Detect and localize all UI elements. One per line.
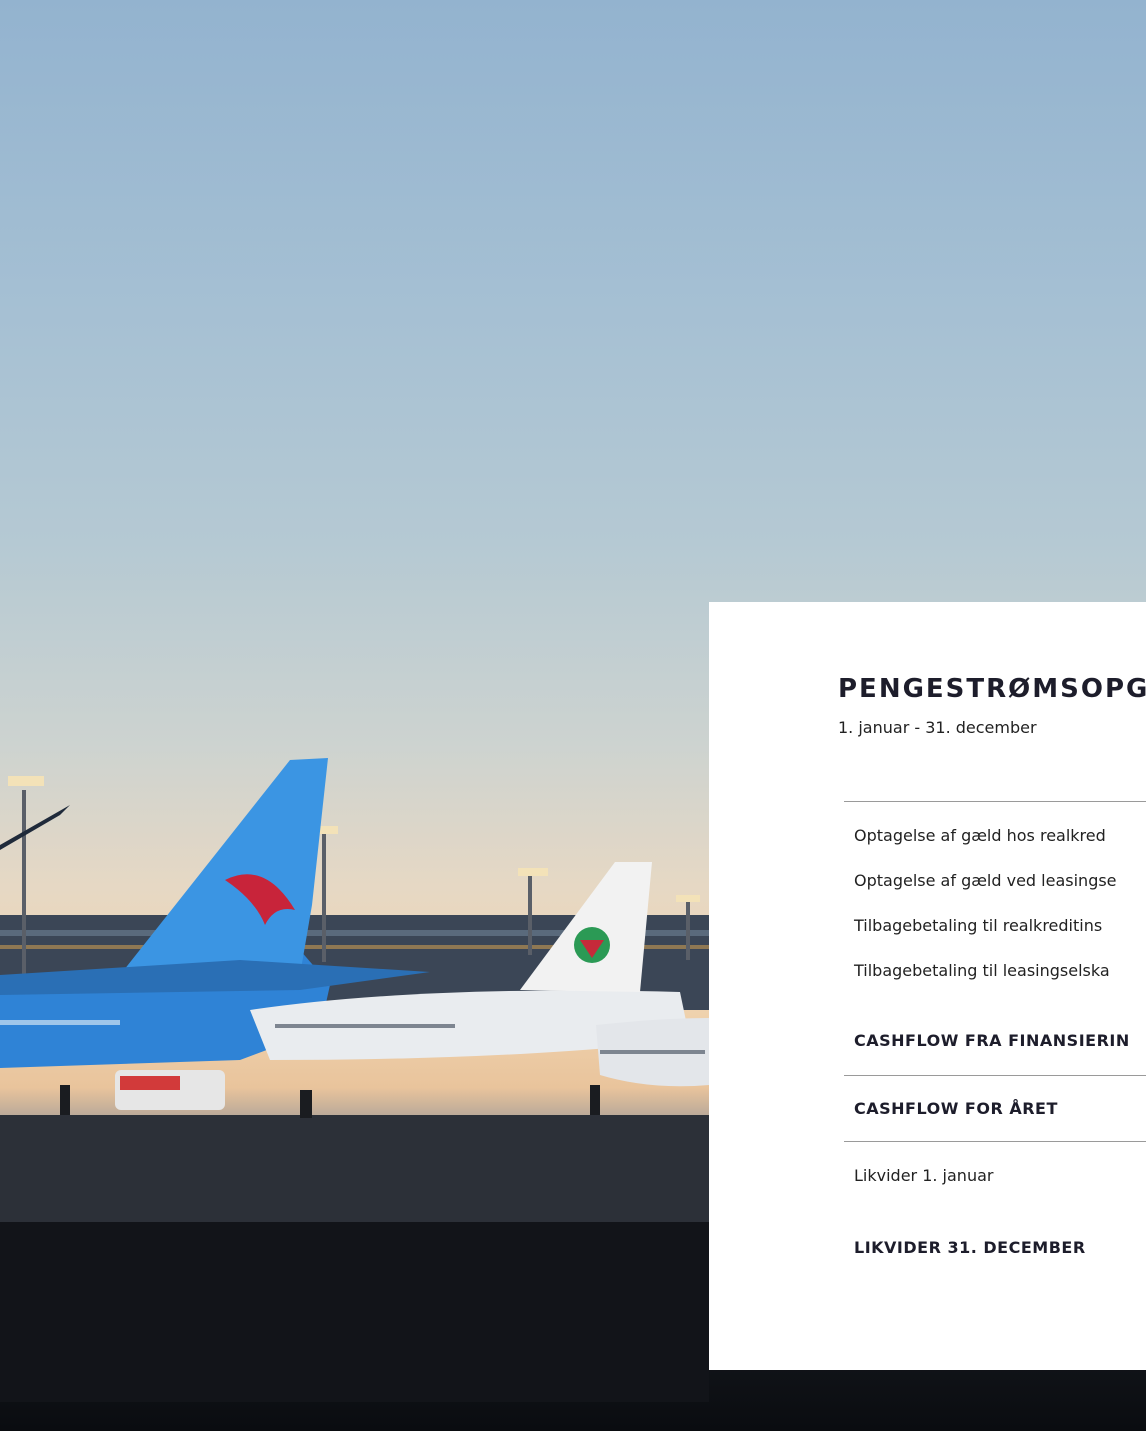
row-borrowing-mortgage: Optagelse af gæld hos realkred <box>854 826 1106 845</box>
divider <box>844 1075 1146 1076</box>
row-borrowing-leasing: Optagelse af gæld ved leasingse <box>854 871 1117 890</box>
apron <box>0 1115 709 1225</box>
divider <box>844 1141 1146 1142</box>
apron-shadow <box>0 1222 709 1402</box>
row-cash-jan1: Likvider 1. januar <box>854 1166 994 1185</box>
divider <box>844 801 1146 802</box>
row-cashflow-financing: CASHFLOW FRA FINANSIERIN <box>854 1031 1130 1050</box>
statement-period: 1. januar - 31. december <box>838 718 1037 737</box>
third-airplane <box>596 1018 709 1087</box>
cashflow-statement-panel: PENGESTRØMSOPGØ 1. januar - 31. december… <box>709 602 1146 1370</box>
row-cashflow-year: CASHFLOW FOR ÅRET <box>854 1099 1058 1118</box>
row-repayment-leasing: Tilbagebetaling til leasingselska <box>854 961 1110 980</box>
catering-truck <box>115 1070 225 1110</box>
row-repayment-mortgage: Tilbagebetaling til realkreditins <box>854 916 1103 935</box>
row-cash-dec31: LIKVIDER 31. DECEMBER <box>854 1238 1086 1257</box>
statement-title: PENGESTRØMSOPGØ <box>838 674 1146 704</box>
